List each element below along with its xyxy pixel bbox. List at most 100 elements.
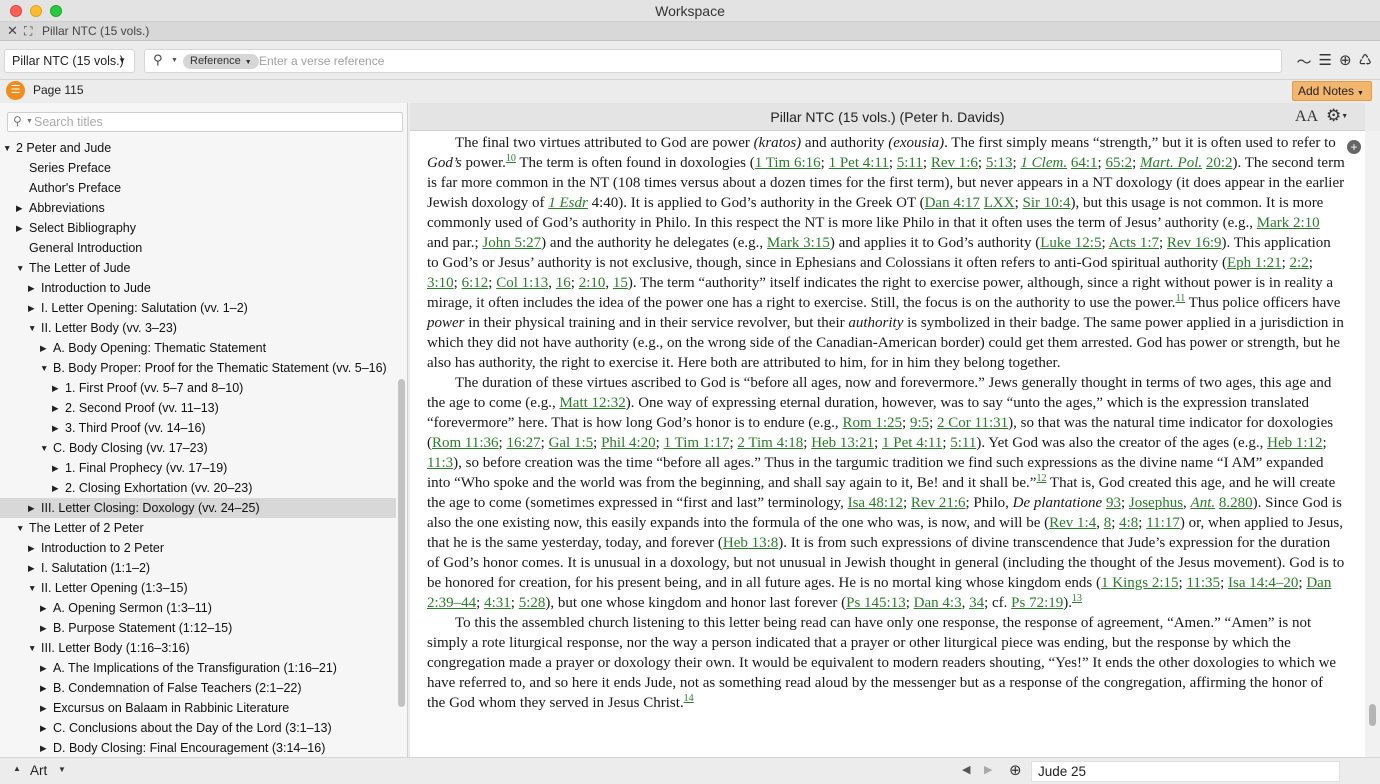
scripture-reference-link[interactable]: Eph 1:21 [1227,255,1282,271]
art-label[interactable]: Art [30,763,47,778]
search-titles-input[interactable] [34,113,394,131]
scripture-reference-link[interactable]: 1 Esdr [548,195,588,211]
scripture-reference-link[interactable]: Sir 10:4 [1023,195,1071,211]
disclosure-open-icon[interactable]: ▼ [28,578,36,598]
scripture-reference-link[interactable]: 11:35 [1186,575,1220,591]
disclosure-closed-icon[interactable]: ▶ [52,418,59,438]
zoom-window-button[interactable] [50,5,62,17]
toc-item[interactable]: ▶ I. Letter Opening: Salutation (vv. 1–2) [0,298,396,318]
disclosure-closed-icon[interactable]: ▶ [16,198,23,218]
add-circle-icon[interactable]: ⊕ [1339,51,1352,72]
current-reference[interactable]: Jude 25 [1031,761,1340,782]
scripture-reference-link[interactable]: Rev 16:9 [1167,235,1222,251]
disclosure-closed-icon[interactable]: ▶ [28,278,35,298]
toc-item[interactable]: ▶ III. Letter Closing: Doxology (vv. 24–2… [0,498,396,518]
toc-item[interactable]: ▶ I. Salutation (1:1–2) [0,558,396,578]
toc-item[interactable]: ▶ D. Body Closing: Final Encouragement (3… [0,738,396,757]
scripture-reference-link[interactable]: 8.280 [1219,495,1253,511]
toc-item[interactable]: ▼ C. Body Closing (vv. 17–23) [0,438,396,458]
scripture-reference-link[interactable]: 2:2 [1290,255,1309,271]
resource-selector[interactable]: Pillar NTC (15 vols.) ▼ [4,49,135,73]
scripture-reference-link[interactable]: 11:17 [1146,515,1180,531]
content-scrollbar[interactable] [1369,704,1376,726]
search-icon[interactable]: ⚲ [153,52,163,68]
toc-item[interactable]: ▶ 3. Third Proof (vv. 14–16) [0,418,396,438]
scripture-reference-link[interactable]: 1 Pet 4:11 [829,155,889,171]
disclosure-closed-icon[interactable]: ▶ [40,618,47,638]
toc-item[interactable]: ▼ B. Body Proper: Proof for the Thematic … [0,358,396,378]
search-mode-pill[interactable]: Reference ▼ [183,54,259,69]
disclosure-closed-icon[interactable]: ▶ [52,478,59,498]
scripture-reference-link[interactable]: Isa 14:4–20 [1228,575,1298,591]
scripture-reference-link[interactable]: 4:31 [484,595,511,611]
toc-item[interactable]: General Introduction [0,238,396,258]
toc-item[interactable]: ▼ 2 Peter and Jude [0,138,396,158]
scripture-reference-link[interactable]: Josephus [1129,495,1183,511]
scripture-reference-link[interactable]: Rom 11:36 [432,435,499,451]
toc-item[interactable]: ▼ II. Letter Opening (1:3–15) [0,578,396,598]
toc-item[interactable]: ▶ 1. Final Prophecy (vv. 17–19) [0,458,396,478]
disclosure-closed-icon[interactable]: ▶ [16,218,23,238]
scripture-reference-link[interactable]: 5:11 [897,155,923,171]
search-icon[interactable]: ⚲ [13,114,22,128]
disclosure-open-icon[interactable]: ▼ [40,358,48,378]
scripture-reference-link[interactable]: 64:1 [1071,155,1098,171]
verse-reference-input[interactable] [259,51,1269,71]
disclosure-closed-icon[interactable]: ▶ [52,398,59,418]
toc-item[interactable]: ▶ 2. Second Proof (vv. 11–13) [0,398,396,418]
toc-item[interactable]: ▼ II. Letter Body (vv. 3–23) [0,318,396,338]
scripture-reference-link[interactable]: LXX [984,195,1015,211]
close-icon[interactable]: ✕ [7,22,18,40]
scripture-reference-link[interactable]: 1 Clem. [1020,155,1067,171]
scripture-reference-link[interactable]: 2 Tim 4:18 [737,435,803,451]
disclosure-open-icon[interactable]: ▼ [16,258,24,278]
chevron-down-icon[interactable]: ▼ [58,765,66,774]
scripture-reference-link[interactable]: 34 [969,595,984,611]
scripture-reference-link[interactable]: 6:12 [462,275,489,291]
add-circle-icon[interactable]: + [1347,140,1361,154]
sidebar-scrollbar[interactable] [398,379,405,707]
scripture-reference-link[interactable]: 15 [613,275,628,291]
scripture-reference-link[interactable]: Isa 48:12 [848,495,903,511]
gear-icon[interactable]: ⚙▼ [1326,106,1348,126]
scripture-reference-link[interactable]: 5:28 [519,595,546,611]
scripture-reference-link[interactable]: Col 1:13 [496,275,548,291]
forward-arrow-icon[interactable]: ▶ [984,763,992,776]
disclosure-open-icon[interactable]: ▼ [16,518,24,538]
scripture-reference-link[interactable]: Heb 13:21 [811,435,874,451]
scripture-reference-link[interactable]: 65:2 [1105,155,1132,171]
scripture-reference-link[interactable]: 5:13 [986,155,1013,171]
toc-item[interactable]: ▶ Abbreviations [0,198,396,218]
scripture-reference-link[interactable]: Phil 4:20 [601,435,656,451]
disclosure-closed-icon[interactable]: ▶ [40,678,47,698]
disclosure-open-icon[interactable]: ▼ [40,438,48,458]
disclosure-closed-icon[interactable]: ▶ [28,498,35,518]
scripture-reference-link[interactable]: Heb 1:12 [1267,435,1322,451]
toc-item[interactable]: ▼ The Letter of 2 Peter [0,518,396,538]
expand-icon[interactable]: ⛶ [24,22,32,40]
toc-item[interactable]: Series Preface [0,158,396,178]
scripture-reference-link[interactable]: Mark 3:15 [767,235,830,251]
minimize-window-button[interactable] [30,5,42,17]
scripture-reference-link[interactable]: Rom 1:25 [842,415,902,431]
scripture-reference-link[interactable]: Ps 72:19 [1011,595,1063,611]
toc-item[interactable]: ▶ Excursus on Balaam in Rabbinic Literatu… [0,698,396,718]
footnote-link[interactable]: 14 [684,693,694,704]
scripture-reference-link[interactable]: 16:27 [506,435,540,451]
scripture-reference-link[interactable]: Dan 4:3 [914,595,962,611]
toc-item[interactable]: ▶ A. Opening Sermon (1:3–11) [0,598,396,618]
scripture-reference-link[interactable]: Rev 1:6 [931,155,978,171]
scripture-reference-link[interactable]: 5:11 [950,435,976,451]
disclosure-closed-icon[interactable]: ▶ [28,298,35,318]
footnote-link[interactable]: 13 [1072,593,1082,604]
scripture-reference-link[interactable]: Gal 1:5 [549,435,594,451]
scripture-reference-link[interactable]: John 5:27 [482,235,541,251]
disclosure-closed-icon[interactable]: ▶ [40,598,47,618]
chevron-down-icon[interactable]: ▼ [26,113,33,131]
scripture-reference-link[interactable]: 3:10 [427,275,454,291]
toc-item[interactable]: ▶ Introduction to Jude [0,278,396,298]
toc-item[interactable]: ▶ C. Conclusions about the Day of the Lor… [0,718,396,738]
share-icon[interactable]: ♺ [1359,51,1372,72]
scripture-reference-link[interactable]: 2 Cor 11:31 [937,415,1008,431]
scripture-reference-link[interactable]: 11:3 [427,455,453,471]
